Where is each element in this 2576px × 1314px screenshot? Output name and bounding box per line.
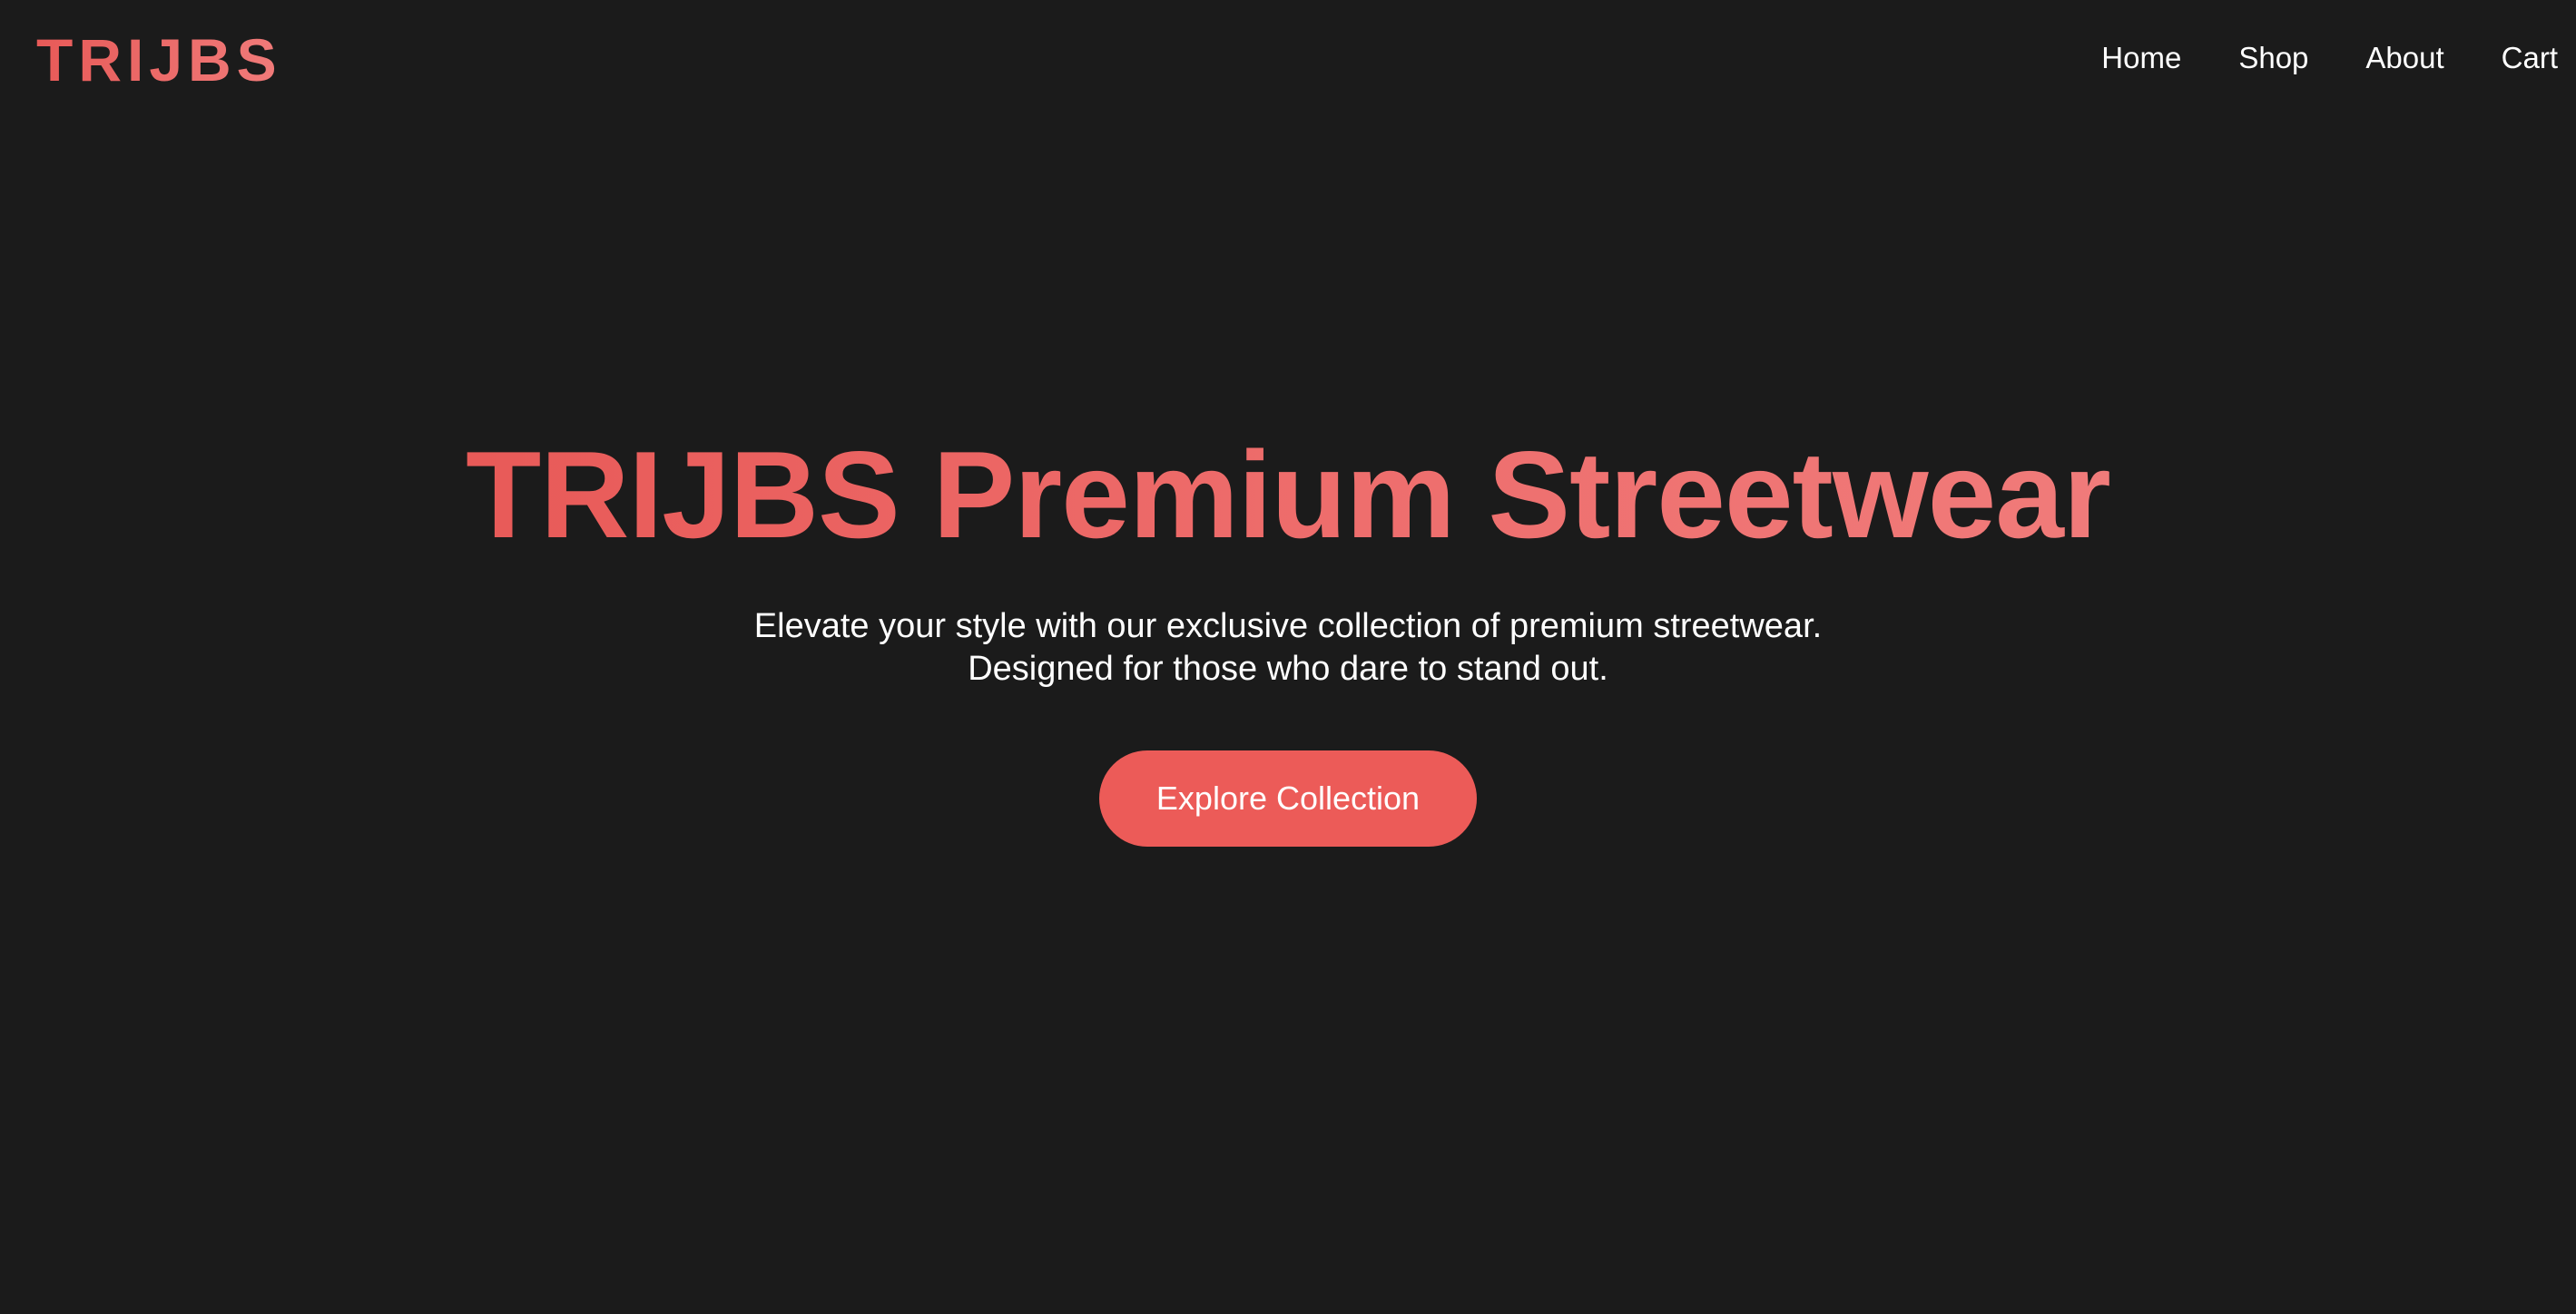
explore-collection-button[interactable]: Explore Collection	[1098, 750, 1477, 847]
hero-title: TRIJBS Premium Streetwear	[466, 426, 2111, 564]
hero-subtitle-line-2: Designed for those who dare to stand out…	[968, 650, 1608, 688]
hero-subtitle: Elevate your style with our exclusive co…	[754, 605, 1822, 691]
hero-section: TRIJBS Premium Streetwear Elevate your s…	[0, 0, 2576, 1314]
hero-content: TRIJBS Premium Streetwear Elevate your s…	[466, 424, 2111, 847]
hero-subtitle-line-1: Elevate your style with our exclusive co…	[753, 607, 1823, 645]
